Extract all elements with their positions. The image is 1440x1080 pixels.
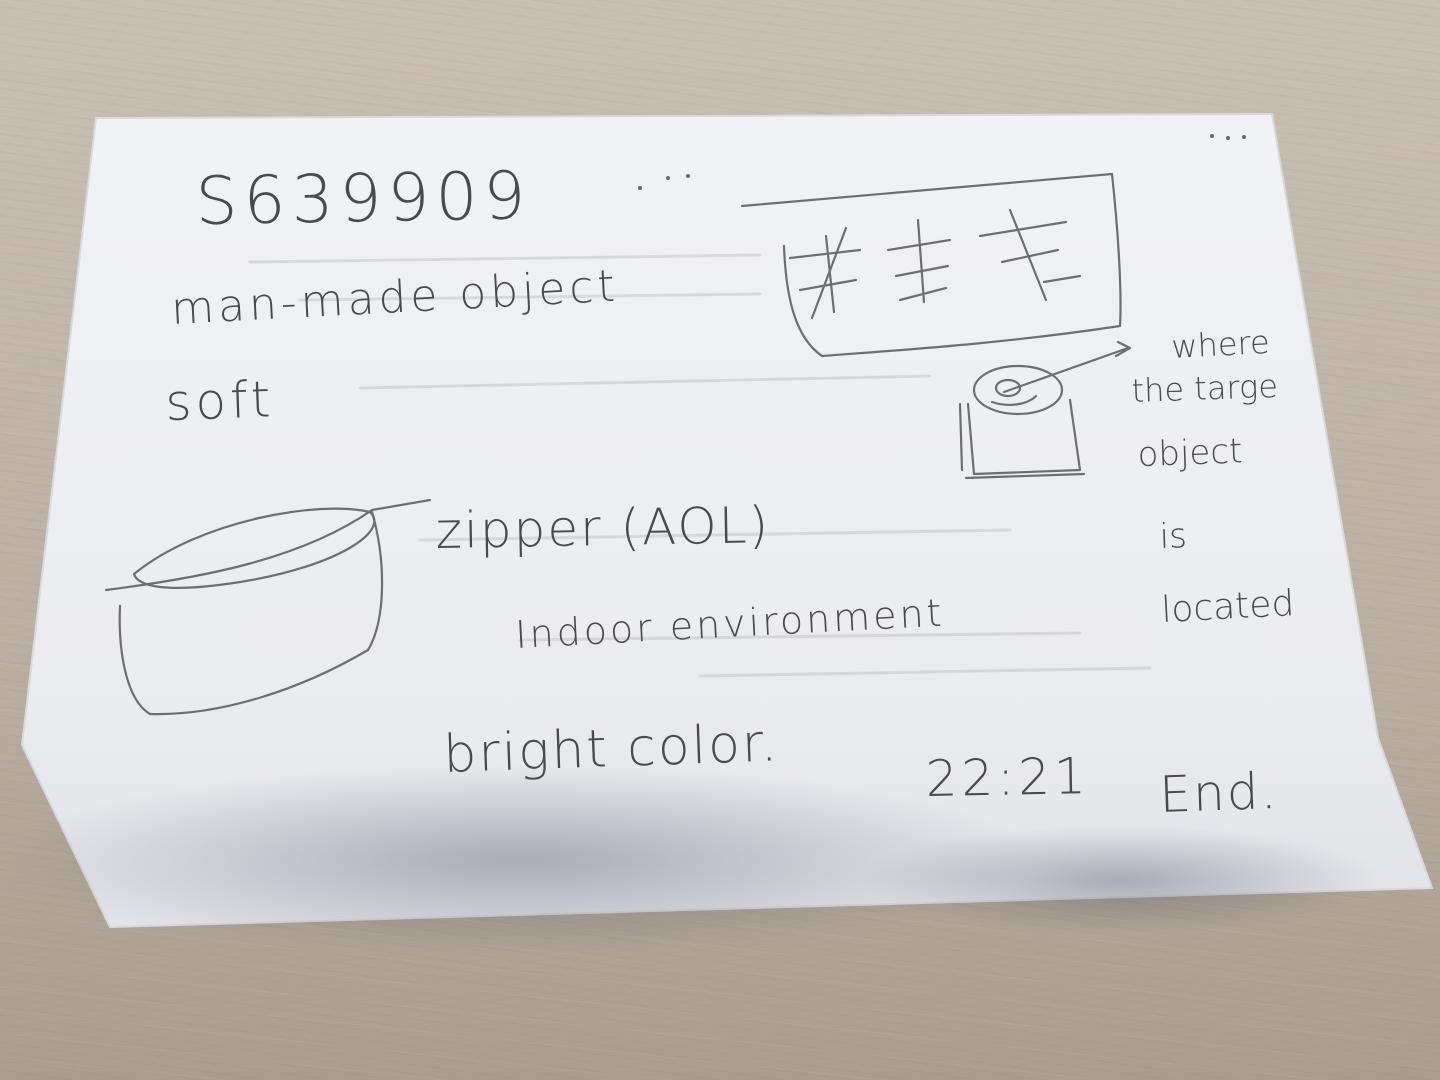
location-label-line-1: where: [1170, 323, 1270, 366]
color-text: bright color.: [442, 713, 780, 785]
location-label-line-3: object: [1137, 431, 1243, 475]
end-text: End.: [1158, 762, 1279, 824]
location-label-line-2: the targe: [1131, 367, 1279, 410]
location-label-line-4: is: [1159, 516, 1188, 557]
location-label-line-5: located: [1160, 583, 1295, 631]
zipper-label: zipper (AOL): [435, 496, 770, 560]
hand-shadow-right: [860, 825, 1380, 935]
texture-text: soft: [164, 370, 275, 432]
time-text: 22:21: [925, 747, 1090, 808]
photo-scene: S639909 man-made object soft zipper (AOL…: [0, 112, 1434, 955]
id-number: S639909: [195, 157, 532, 240]
